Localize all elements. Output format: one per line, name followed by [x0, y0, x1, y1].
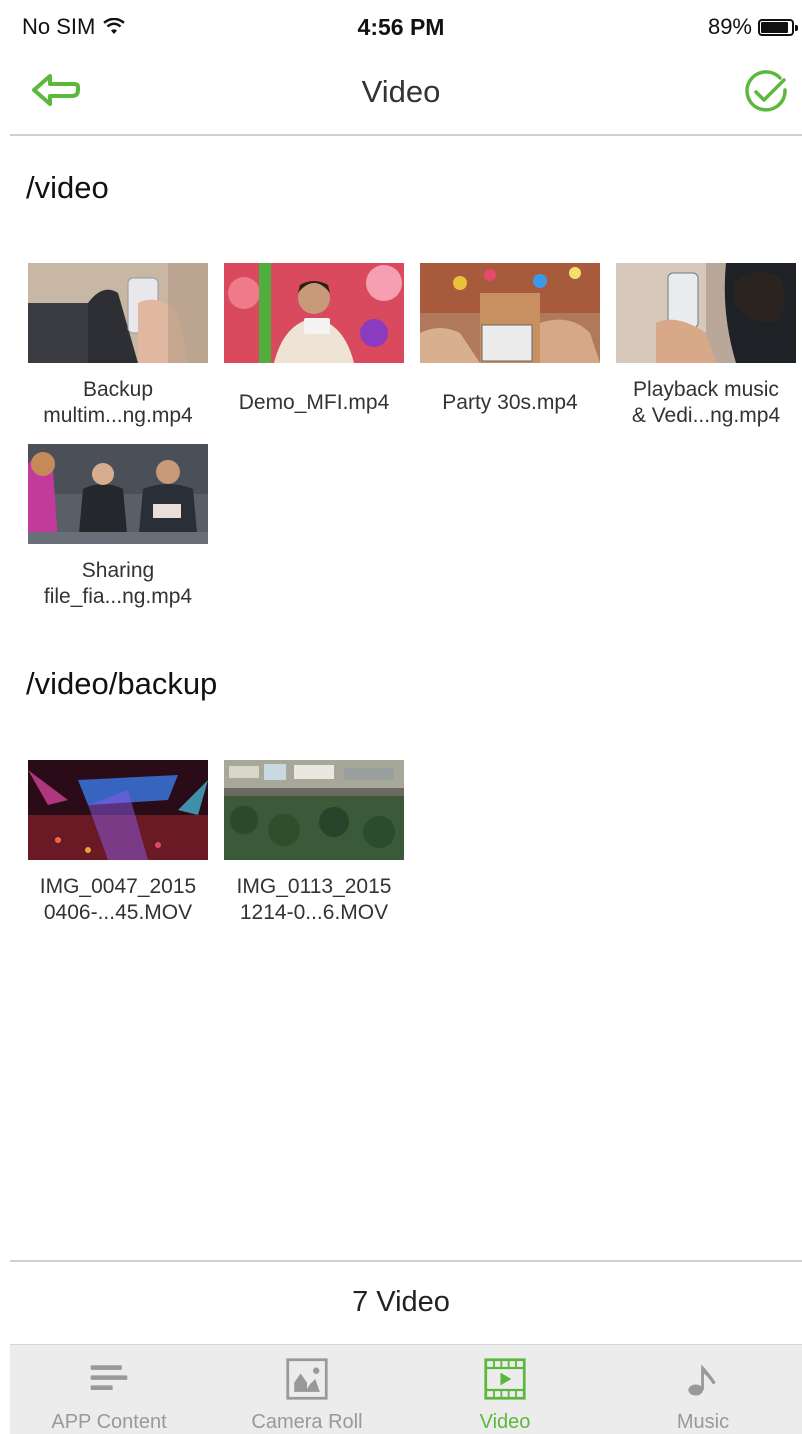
video-thumbnail[interactable] — [616, 263, 796, 363]
tab-label: Camera Roll — [251, 1411, 363, 1433]
tab-bar: APP Content Camera Roll Video Music — [10, 1344, 802, 1434]
video-filename: Backup multim...ng.mp4 — [43, 378, 193, 427]
video-thumbnail[interactable] — [420, 263, 600, 363]
video-filename: Sharing file_fia...ng.mp4 — [43, 559, 193, 608]
battery-status: 89% — [707, 14, 798, 40]
photo-icon — [286, 1358, 328, 1400]
video-item[interactable]: IMG_0047_2015 0406-...45.MOV — [28, 760, 208, 930]
video-item[interactable]: Demo_MFI.mp4 — [224, 263, 404, 433]
tab-label: Music — [676, 1411, 730, 1433]
video-thumbnail[interactable] — [224, 263, 404, 363]
footer-divider — [10, 1260, 802, 1262]
video-item[interactable]: Backup multim...ng.mp4 — [28, 263, 208, 433]
video-thumbnail[interactable] — [28, 444, 208, 544]
video-filename: Playback music & Vedi...ng.mp4 — [631, 378, 781, 427]
battery-icon — [758, 18, 798, 36]
video-item[interactable]: Sharing file_fia...ng.mp4 — [28, 444, 208, 614]
clock: 4:56 PM — [357, 14, 445, 40]
nav-divider — [10, 134, 802, 136]
status-bar: No SIM 4:56 PM 89% — [0, 0, 802, 54]
section-title-video: /video — [26, 170, 109, 205]
video-thumbnail[interactable] — [224, 760, 404, 860]
video-filename: Demo_MFI.mp4 — [238, 391, 390, 414]
video-grid: Backup multim...ng.mp4 Demo_MFI.mp4 Part… — [28, 263, 798, 623]
video-filename: IMG_0113_2015 1214-0...6.MOV — [236, 875, 392, 924]
film-icon — [484, 1358, 526, 1400]
video-item[interactable]: IMG_0113_2015 1214-0...6.MOV — [224, 760, 404, 930]
video-thumbnail[interactable] — [28, 263, 208, 363]
tab-app-content[interactable]: APP Content — [10, 1345, 208, 1434]
video-thumbnail[interactable] — [28, 760, 208, 860]
list-icon — [90, 1365, 128, 1390]
section-title-video-backup: /video/backup — [26, 666, 218, 701]
nav-bar: Video — [0, 54, 802, 136]
video-filename: Party 30s.mp4 — [442, 391, 578, 414]
tab-camera-roll[interactable]: Camera Roll — [208, 1345, 406, 1434]
tab-music[interactable]: Music — [604, 1345, 802, 1434]
tab-label: Video — [479, 1411, 531, 1433]
video-grid: IMG_0047_2015 0406-...45.MOV IMG_0113_20… — [28, 760, 798, 940]
video-count: 7 Video — [352, 1286, 450, 1318]
battery-percent: 89% — [707, 14, 752, 39]
check-circle-icon[interactable] — [742, 68, 790, 116]
tab-video[interactable]: Video — [406, 1345, 604, 1434]
video-item[interactable]: Playback music & Vedi...ng.mp4 — [616, 263, 796, 433]
tab-label: APP Content — [51, 1411, 167, 1433]
page-title: Video — [361, 74, 441, 109]
video-item[interactable]: Party 30s.mp4 — [420, 263, 600, 433]
music-note-icon — [688, 1364, 716, 1396]
video-filename: IMG_0047_2015 0406-...45.MOV — [39, 875, 197, 924]
